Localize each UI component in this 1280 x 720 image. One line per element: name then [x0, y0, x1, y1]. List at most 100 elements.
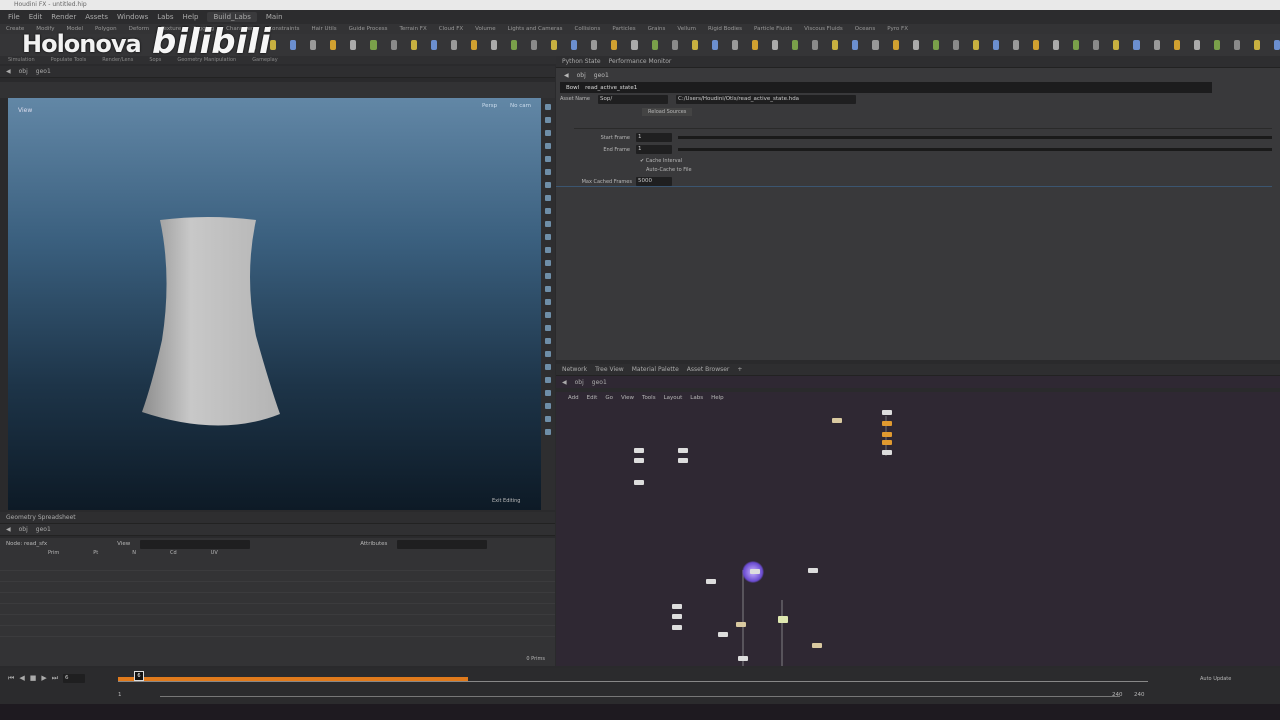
node[interactable]: [882, 410, 892, 415]
shelf-tool-icon[interactable]: [551, 40, 558, 50]
column-header[interactable]: Pt: [93, 550, 98, 560]
path-obj[interactable]: obj: [19, 68, 28, 75]
shelf-tool-icon[interactable]: [1273, 40, 1280, 50]
shelf-tool-icon[interactable]: [932, 40, 939, 50]
start-frame-slider[interactable]: [678, 136, 1272, 139]
network-menu-view[interactable]: View: [621, 395, 634, 401]
desktop-select[interactable]: Build_Labs: [207, 12, 257, 22]
timeline-track[interactable]: [118, 681, 1148, 682]
shelf-tool-icon[interactable]: [691, 40, 698, 50]
auto-update-menu[interactable]: Auto Update: [1200, 676, 1231, 682]
shelf-tool-icon[interactable]: [591, 40, 598, 50]
shelf-tool-icon[interactable]: [1173, 40, 1180, 50]
path-obj[interactable]: obj: [575, 379, 584, 386]
network-menu-add[interactable]: Add: [568, 395, 579, 401]
node[interactable]: [808, 568, 818, 573]
shelf-tool-icon[interactable]: [1073, 40, 1080, 50]
current-frame-input[interactable]: 6: [63, 674, 86, 683]
shelf-tab[interactable]: Constraints: [268, 24, 299, 34]
asset-name-input[interactable]: Sop/: [598, 94, 669, 104]
path-geo[interactable]: geo1: [36, 526, 51, 533]
node-name-input[interactable]: read_active_state1: [585, 85, 637, 91]
shelf-tool-icon[interactable]: [631, 40, 638, 50]
node[interactable]: [882, 450, 892, 455]
desktop-select-2[interactable]: Main: [266, 13, 283, 21]
shelf-tool-icon[interactable]: [1053, 40, 1060, 50]
node[interactable]: [678, 448, 688, 453]
shelf-tool-icon[interactable]: [1233, 40, 1240, 50]
menu-file[interactable]: File: [8, 13, 20, 21]
shelf-tool-icon[interactable]: [1033, 40, 1040, 50]
shelf-tool-icon[interactable]: [651, 40, 658, 50]
node-read-active-state[interactable]: [750, 569, 760, 574]
shelf-tab[interactable]: Collisions: [575, 24, 601, 34]
shelf-tool-icon[interactable]: [1012, 40, 1020, 50]
column-header[interactable]: Cd: [170, 550, 177, 560]
step-back-icon[interactable]: ◀: [19, 674, 24, 683]
shelf-tool-icon[interactable]: [872, 40, 879, 50]
shelf-tool-icon[interactable]: [812, 40, 819, 50]
path-geo[interactable]: geo1: [594, 72, 609, 79]
path-geo[interactable]: geo1: [592, 379, 607, 386]
network-menu-tools[interactable]: Tools: [642, 395, 656, 401]
shelf-tool-icon[interactable]: [390, 40, 397, 50]
timeline-cursor[interactable]: 6: [134, 671, 144, 681]
max-frames-input[interactable]: 5000: [636, 177, 672, 186]
shelf-tab[interactable]: Rigid Bodies: [708, 24, 742, 34]
node[interactable]: [634, 480, 644, 485]
shelf-tool-icon[interactable]: [511, 40, 518, 50]
shelf-tool-icon[interactable]: [952, 40, 959, 50]
back-icon[interactable]: ◀: [564, 72, 569, 79]
shelf-tool-icon[interactable]: [290, 40, 297, 50]
shelf-tool-icon[interactable]: [1213, 40, 1220, 50]
shelf-tool-icon[interactable]: [912, 40, 919, 50]
add-tab-icon[interactable]: +: [737, 366, 742, 373]
shelf-tool-icon[interactable]: [370, 40, 377, 50]
shelf-tool-icon[interactable]: [410, 40, 417, 50]
shelf-tab[interactable]: Lights and Cameras: [508, 24, 563, 34]
menu-assets[interactable]: Assets: [85, 13, 108, 21]
back-icon[interactable]: ◀: [6, 526, 11, 533]
network-menu-labs[interactable]: Labs: [690, 395, 703, 401]
node[interactable]: [736, 622, 746, 627]
jump-start-icon[interactable]: ⏮: [8, 674, 14, 683]
asset-path-input[interactable]: C:/Users/Houdini/Otls/read_active_state.…: [676, 94, 857, 104]
range-end-frame[interactable]: 240: [1134, 692, 1145, 698]
back-icon[interactable]: ◀: [562, 379, 567, 386]
network-menu-go[interactable]: Go: [605, 395, 613, 401]
shelf-tab[interactable]: Hair Utils: [312, 24, 337, 34]
shelf-tool-icon[interactable]: [892, 40, 899, 50]
node[interactable]: [832, 418, 842, 423]
network-menu-help[interactable]: Help: [711, 395, 724, 401]
shelf-tool-icon[interactable]: [490, 40, 498, 50]
back-icon[interactable]: ◀: [6, 68, 11, 75]
node[interactable]: [738, 656, 748, 661]
attribute-filter-input[interactable]: [397, 539, 488, 549]
shelf-tool-icon[interactable]: [430, 40, 437, 50]
shelf-tool-icon[interactable]: [531, 40, 538, 50]
shelf-tab[interactable]: Particles: [612, 24, 635, 34]
node[interactable]: [672, 614, 682, 619]
cache-interval-checkbox[interactable]: ✔ Cache Interval: [556, 154, 1280, 164]
shelf-tab[interactable]: Guide Process: [349, 24, 388, 34]
shelf-tool-icon[interactable]: [792, 40, 799, 50]
path-obj[interactable]: obj: [577, 72, 586, 79]
stop-icon[interactable]: ■: [30, 674, 37, 683]
3d-viewport[interactable]: View Persp No cam Exit Editing: [8, 98, 541, 510]
shelf-tool-icon[interactable]: [350, 40, 357, 50]
shelf-tool-icon[interactable]: [751, 40, 759, 50]
range-slider[interactable]: [160, 696, 1120, 697]
view-filter-input[interactable]: [140, 539, 251, 549]
path-obj[interactable]: obj: [19, 526, 28, 533]
shelf-tool-icon[interactable]: [711, 40, 718, 50]
node[interactable]: [882, 421, 892, 426]
shelf-tool-icon[interactable]: [470, 40, 477, 50]
tab-python-state[interactable]: Python State: [562, 58, 601, 65]
path-geo[interactable]: geo1: [36, 68, 51, 75]
shelf-tool-icon[interactable]: [1133, 40, 1140, 50]
shelf-tab[interactable]: Particle Fluids: [754, 24, 792, 34]
node[interactable]: [882, 440, 892, 445]
shelf-tab[interactable]: Volume: [475, 24, 495, 34]
shelf-tool-icon[interactable]: [1253, 40, 1260, 50]
tab-tree-view[interactable]: Tree View: [595, 366, 624, 373]
